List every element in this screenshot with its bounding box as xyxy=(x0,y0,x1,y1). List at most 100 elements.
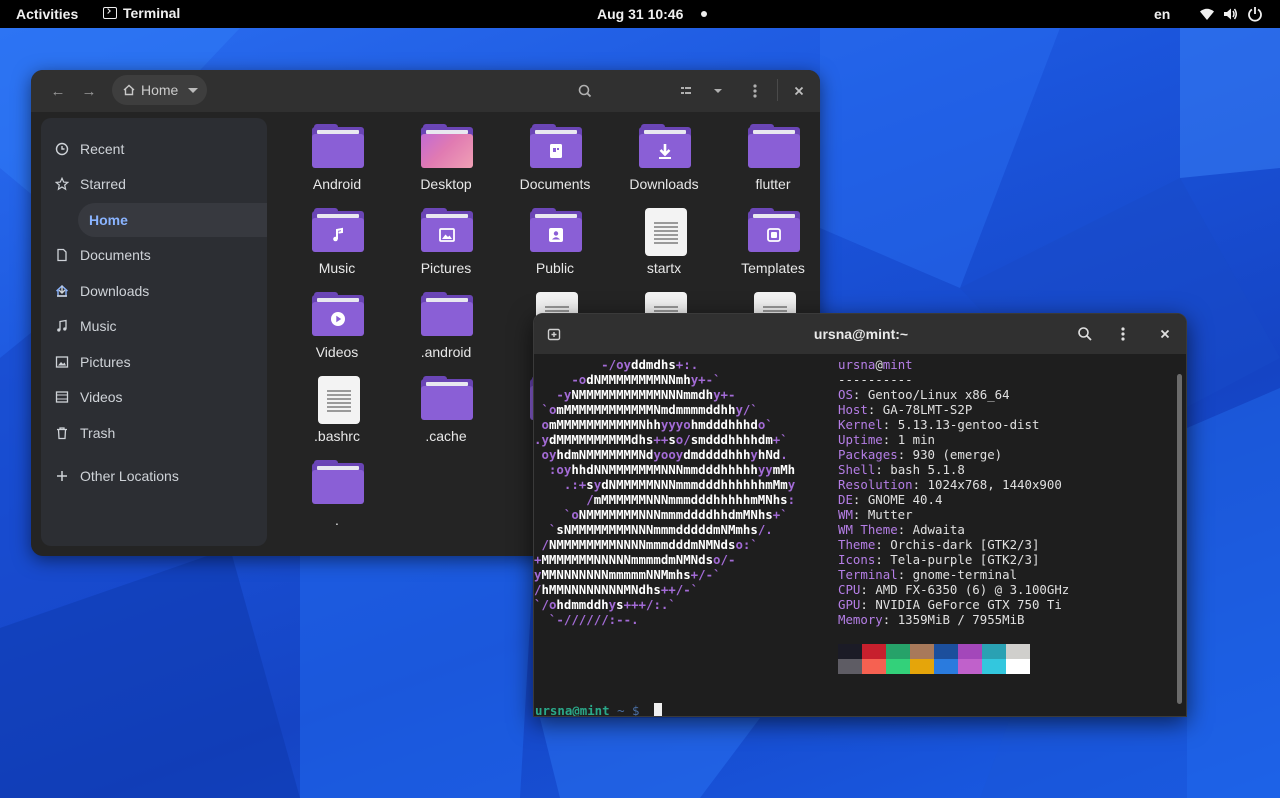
logo-line: /mMMMMMMNNNmmmdddhhhhhmMNhs: xyxy=(586,492,796,507)
document-icon xyxy=(57,248,67,262)
logo-line: :oyhhdNNMMMMMMMNNNmmdddhhhhhyymMh xyxy=(548,462,796,477)
file-item[interactable]: Desktop xyxy=(395,118,497,198)
info-key: ursna xyxy=(838,357,876,372)
color-swatch xyxy=(934,644,958,659)
info-line: WM: Mutter xyxy=(838,507,913,522)
info-line: Icons: Tela-purple [GTK2/3] xyxy=(838,552,1039,567)
close-icon[interactable] xyxy=(786,78,812,104)
file-item[interactable]: Documents xyxy=(504,118,606,198)
file-item[interactable]: .bashrc xyxy=(286,370,388,450)
file-item-label: Templates xyxy=(741,260,805,276)
public-folder-icon xyxy=(528,208,584,254)
terminal-scrollbar[interactable] xyxy=(1177,374,1182,704)
logo-line: /NMMMMMMMMNNNNmmmdddmNMNdso:` xyxy=(541,537,758,552)
info-line: Shell: bash 5.1.8 xyxy=(838,462,965,477)
close-icon[interactable] xyxy=(1158,327,1172,341)
file-item-label: startx xyxy=(646,260,682,276)
file-item[interactable]: Downloads xyxy=(613,118,715,198)
terminal-header: ursna@mint:~ xyxy=(534,314,1186,354)
logo-line: `-//////:--. xyxy=(548,612,639,627)
info-key: Memory xyxy=(838,612,883,627)
sidebar-item-recent[interactable]: Recent xyxy=(41,132,267,166)
file-item[interactable]: Videos xyxy=(286,286,388,366)
sidebar-item-pictures[interactable]: Pictures xyxy=(41,345,267,379)
info-line: Kernel: 5.13.13-gentoo-dist xyxy=(838,417,1039,432)
file-item[interactable]: .cache xyxy=(395,370,497,450)
path-bar-home[interactable]: Home xyxy=(112,75,207,105)
info-separator: : xyxy=(875,552,891,567)
file-item-label: Downloads xyxy=(629,176,699,192)
logo-line: /hMMNNNNNNNNMNdhs++/-` xyxy=(534,582,699,597)
video-icon xyxy=(55,391,69,403)
logo-line: `oNMMMMMMMNNNmmmddddhhdmMNhs+` xyxy=(563,507,788,522)
sidebar-item-music[interactable]: Music xyxy=(41,309,267,343)
clock-button[interactable]: Aug 31 10:46 xyxy=(597,6,683,22)
info-key: Kernel xyxy=(838,417,883,432)
top-bar: Activities Terminal Aug 31 10:46 en xyxy=(0,0,1280,28)
desktop-folder-icon xyxy=(419,124,475,170)
pictures-folder-icon xyxy=(419,208,475,254)
file-item-label: Pictures xyxy=(420,260,472,276)
info-separator: : xyxy=(852,387,868,402)
back-arrow-icon[interactable]: ← xyxy=(45,78,71,104)
app-menu-button[interactable]: Terminal xyxy=(103,5,180,21)
file-item[interactable]: .android xyxy=(395,286,497,366)
info-value: 1 min xyxy=(897,432,935,447)
prompt-path: ~ $ xyxy=(609,703,647,717)
user-icon xyxy=(549,228,563,242)
file-item[interactable]: Music xyxy=(286,202,388,282)
volume-icon[interactable] xyxy=(1222,6,1238,22)
chevron-down-icon[interactable] xyxy=(705,78,731,104)
file-item[interactable]: Public xyxy=(504,202,606,282)
terminal-output[interactable]: -/oyddmdhs+:. -odNMMMMMMMMNNmhy+-` -yNMM… xyxy=(534,354,1186,717)
power-icon[interactable] xyxy=(1247,6,1263,22)
info-key: Icons xyxy=(838,552,876,567)
file-item[interactable]: . xyxy=(286,454,388,534)
info-separator: : xyxy=(882,612,898,627)
file-item[interactable]: Pictures xyxy=(395,202,497,282)
template-icon xyxy=(767,228,781,242)
sidebar-item-starred[interactable]: Starred xyxy=(41,167,267,201)
sidebar-item-label: Videos xyxy=(80,389,123,405)
play-icon xyxy=(331,312,345,326)
menu-dots-icon[interactable] xyxy=(1115,326,1131,342)
view-list-icon[interactable] xyxy=(673,78,699,104)
sidebar-item-other-locations[interactable]: Other Locations xyxy=(41,459,267,493)
file-item-label: Music xyxy=(318,260,356,276)
menu-dots-icon[interactable] xyxy=(742,78,768,104)
search-icon[interactable] xyxy=(572,78,598,104)
info-line: Host: GA-78LMT-S2P xyxy=(838,402,972,417)
file-item[interactable]: startx xyxy=(613,202,715,282)
text-cursor xyxy=(654,703,662,716)
app-menu-label: Terminal xyxy=(123,5,181,21)
folder-icon xyxy=(419,292,475,338)
keyboard-layout-button[interactable]: en xyxy=(1154,6,1170,22)
sidebar-item-documents[interactable]: Documents xyxy=(41,238,267,272)
info-key: OS xyxy=(838,387,853,402)
info-separator: : xyxy=(860,597,876,612)
info-key: Host xyxy=(838,402,868,417)
color-swatch xyxy=(838,659,862,674)
file-item[interactable]: Android xyxy=(286,118,388,198)
sidebar-item-videos[interactable]: Videos xyxy=(41,380,267,414)
sidebar-item-trash[interactable]: Trash xyxy=(41,416,267,450)
info-line: DE: GNOME 40.4 xyxy=(838,492,942,507)
info-key: Uptime xyxy=(838,432,883,447)
sidebar-item-home[interactable]: Home xyxy=(78,203,267,237)
info-separator: : xyxy=(912,477,928,492)
file-item[interactable]: Templates xyxy=(722,202,820,282)
sidebar-item-downloads[interactable]: Downloads xyxy=(41,274,267,308)
forward-arrow-icon[interactable]: → xyxy=(76,78,102,104)
notification-dot-icon xyxy=(701,11,707,17)
music-icon xyxy=(333,227,343,242)
file-item-label: Documents xyxy=(519,176,591,192)
activities-button[interactable]: Activities xyxy=(16,6,78,22)
music-folder-icon xyxy=(310,208,366,254)
color-swatch xyxy=(910,644,934,659)
sidebar-item-label: Music xyxy=(80,318,117,334)
logo-line: -odNMMMMMMMMNNmhy+-` xyxy=(571,372,721,387)
shell-prompt: ursna@mint ~ $ xyxy=(535,703,647,717)
search-icon[interactable] xyxy=(1077,326,1093,342)
file-item[interactable]: flutter xyxy=(722,118,820,198)
wifi-icon[interactable] xyxy=(1199,6,1215,22)
